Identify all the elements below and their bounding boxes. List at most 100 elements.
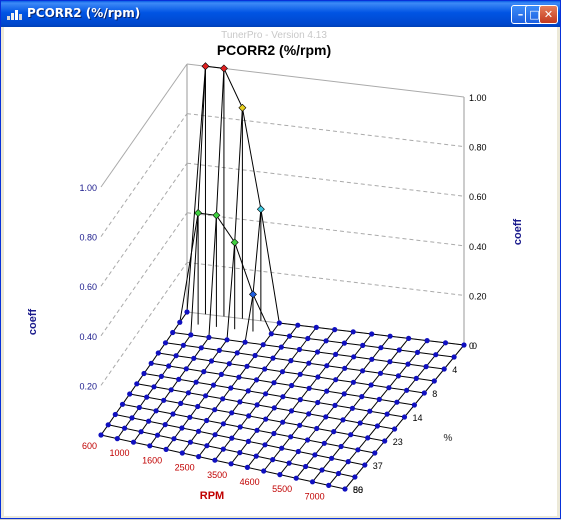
grid-point bbox=[253, 453, 259, 459]
mesh-column-line bbox=[149, 107, 243, 447]
grid-point bbox=[349, 405, 355, 411]
grid-point bbox=[315, 399, 321, 406]
grid-point bbox=[206, 334, 212, 340]
grid-point bbox=[295, 448, 301, 455]
back-walls bbox=[100, 63, 465, 436]
grid-point bbox=[278, 344, 284, 350]
grid-point bbox=[212, 407, 218, 413]
grid-point bbox=[127, 391, 133, 397]
grid-point bbox=[341, 391, 347, 397]
grid-point bbox=[333, 377, 339, 383]
value-marker bbox=[219, 64, 228, 73]
grid-point bbox=[185, 390, 191, 396]
grid-point bbox=[306, 385, 312, 391]
grid-point bbox=[244, 363, 250, 369]
grid-point bbox=[303, 463, 309, 470]
grid-point bbox=[237, 399, 243, 405]
x-tick-label: 7000 bbox=[305, 491, 325, 501]
value-marker bbox=[256, 205, 265, 214]
back-wall-top-edge bbox=[186, 63, 465, 98]
grid-point bbox=[224, 337, 230, 343]
title-bar[interactable]: PCORR2 (%/rpm) – □ ✕ bbox=[1, 1, 560, 27]
grid-point bbox=[171, 436, 177, 442]
grid-point bbox=[134, 381, 140, 387]
surface-mesh bbox=[98, 65, 467, 492]
grid-point bbox=[341, 340, 347, 346]
grid-point bbox=[229, 435, 235, 441]
grid-point bbox=[314, 425, 320, 432]
grid-point bbox=[297, 397, 303, 403]
grid-point bbox=[237, 450, 243, 456]
grid-point bbox=[183, 366, 189, 372]
grid-point bbox=[338, 443, 344, 450]
grid-point bbox=[122, 425, 128, 431]
grid-point bbox=[220, 396, 226, 402]
grid-point bbox=[179, 425, 185, 431]
grid-point bbox=[201, 369, 207, 375]
grid-point bbox=[158, 373, 164, 379]
grid-point bbox=[229, 410, 235, 416]
grid-point bbox=[168, 387, 174, 393]
grid-point bbox=[315, 374, 321, 380]
grid-point bbox=[360, 368, 366, 374]
y-tick-label: 37 bbox=[373, 461, 383, 471]
grid-point bbox=[262, 366, 268, 372]
grid-point bbox=[323, 414, 329, 420]
grid-point bbox=[179, 450, 185, 456]
grid-point bbox=[178, 400, 184, 406]
grid-point bbox=[188, 332, 194, 338]
grid-point bbox=[170, 329, 176, 336]
surface-chart: TunerPro - Version 4.13 PCORR2 (%/rpm) 1… bbox=[27, 30, 524, 502]
grid-point bbox=[288, 358, 294, 364]
grid-point bbox=[372, 450, 378, 456]
grid-point bbox=[404, 387, 410, 393]
grid-point bbox=[289, 382, 295, 389]
grid-point bbox=[369, 331, 375, 337]
grid-point bbox=[226, 361, 232, 367]
left-wall-gridline bbox=[100, 113, 188, 237]
grid-point bbox=[263, 391, 269, 397]
close-button[interactable]: ✕ bbox=[539, 5, 558, 24]
y-tick-label: 23 bbox=[393, 437, 403, 447]
x-tick-label: 3500 bbox=[207, 470, 227, 480]
grid-point bbox=[288, 434, 294, 440]
y-axis-label-left: coeff bbox=[27, 309, 39, 336]
grid-point bbox=[154, 432, 161, 438]
mesh-row-line bbox=[122, 403, 375, 454]
grid-point bbox=[355, 447, 361, 453]
grid-point bbox=[306, 411, 312, 417]
z-tick-label-right: 0.60 bbox=[469, 192, 487, 202]
chart-window: PCORR2 (%/rpm) – □ ✕ TunerPro - Version … bbox=[0, 0, 561, 519]
grid-point bbox=[129, 415, 135, 421]
grid-point bbox=[279, 445, 285, 451]
z-ticks-right: 1.00 0.80 0.60 0.40 0.20 0 bbox=[469, 93, 487, 351]
grid-point bbox=[374, 423, 380, 429]
grid-point bbox=[252, 352, 258, 359]
grid-point bbox=[147, 443, 153, 449]
grid-point bbox=[431, 378, 437, 384]
grid-point bbox=[114, 436, 120, 442]
grid-point bbox=[321, 440, 327, 446]
back-wall-gridline bbox=[186, 261, 465, 296]
grid-point bbox=[228, 385, 234, 391]
grid-point bbox=[331, 429, 337, 435]
grid-point bbox=[441, 366, 447, 372]
grid-point bbox=[196, 454, 202, 460]
grid-point bbox=[323, 338, 329, 344]
grid-point bbox=[244, 464, 250, 470]
value-marker bbox=[194, 209, 203, 217]
grid-point bbox=[362, 462, 368, 468]
x-tick-label: 1600 bbox=[142, 455, 162, 465]
grid-point bbox=[306, 360, 312, 366]
grid-point bbox=[312, 452, 318, 458]
mesh-row-line bbox=[129, 393, 385, 442]
left-wall-gridline bbox=[100, 212, 188, 337]
grid-point bbox=[166, 363, 172, 369]
grid-point bbox=[271, 405, 277, 411]
grid-point bbox=[296, 346, 302, 353]
grid-point bbox=[348, 432, 354, 438]
mesh-row-line bbox=[136, 383, 395, 430]
grid-point bbox=[387, 359, 393, 365]
grid-point bbox=[212, 457, 218, 463]
grid-point bbox=[378, 345, 384, 351]
